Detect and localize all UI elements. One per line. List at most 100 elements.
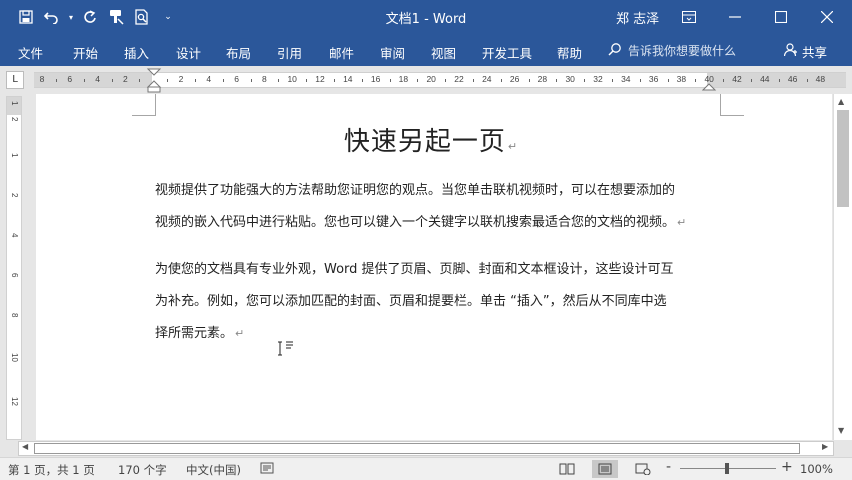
page-count[interactable]: 第 1 页，共 1 页 bbox=[8, 462, 95, 478]
ruler-number: 2 bbox=[178, 74, 184, 84]
ruler-number: 34 bbox=[621, 74, 631, 84]
page[interactable]: 快速另起一页 ↵ 视频提供了功能强大的方法帮助您证明您的观点。当您单击联机视频时，… bbox=[36, 94, 832, 440]
web-layout-icon[interactable] bbox=[630, 460, 656, 478]
undo-dropdown-icon[interactable]: ▾ bbox=[66, 6, 76, 28]
paragraph-mark: ↵ bbox=[507, 140, 519, 153]
ruler-tick bbox=[278, 79, 280, 82]
word-count[interactable]: 170 个字 bbox=[118, 462, 167, 478]
paragraph-2[interactable]: 为使您的文档具有专业外观，Word 提供了页眉、页脚、封面和文本框设计，这些设计… bbox=[155, 254, 720, 350]
tab-selector[interactable]: L bbox=[6, 71, 24, 89]
ruler-number: 26 bbox=[509, 74, 520, 84]
ruler-number: 24 bbox=[482, 74, 492, 84]
language[interactable]: 中文(中国) bbox=[186, 462, 241, 478]
document-canvas[interactable]: 快速另起一页 ↵ 视频提供了功能强大的方法帮助您证明您的观点。当您单击联机视频时，… bbox=[26, 94, 832, 440]
zoom-out-button[interactable]: - bbox=[666, 459, 671, 475]
tab-insert[interactable]: 插入 bbox=[124, 43, 149, 62]
horizontal-scroll-thumb[interactable] bbox=[34, 443, 800, 454]
tab-developer[interactable]: 开发工具 bbox=[482, 43, 532, 62]
print-layout-icon[interactable] bbox=[592, 460, 618, 478]
horizontal-scrollbar[interactable]: ◀ ▶ bbox=[0, 440, 852, 457]
right-margin-area bbox=[707, 73, 846, 87]
tab-review[interactable]: 审阅 bbox=[380, 43, 405, 62]
vertical-ruler-number: 2 bbox=[10, 117, 19, 122]
scroll-down-icon[interactable]: ▼ bbox=[838, 426, 844, 435]
tab-file[interactable]: 文件 bbox=[18, 43, 43, 62]
undo-icon[interactable] bbox=[40, 6, 64, 28]
ruler-number: 46 bbox=[787, 74, 798, 84]
redo-icon[interactable] bbox=[78, 6, 102, 28]
vertical-scrollbar[interactable]: ▲ ▼ bbox=[833, 94, 852, 440]
ruler-number: 8 bbox=[39, 74, 45, 84]
ruler-tick bbox=[417, 79, 419, 82]
print-preview-icon[interactable] bbox=[130, 6, 154, 28]
tab-view[interactable]: 视图 bbox=[431, 43, 456, 62]
vertical-ruler-number: 1 bbox=[10, 153, 19, 158]
vertical-ruler-number: 8 bbox=[10, 313, 19, 318]
ruler-tick bbox=[194, 79, 196, 82]
ruler-tick bbox=[333, 79, 335, 82]
user-name[interactable]: 郑 志泽 bbox=[616, 8, 659, 27]
vertical-scroll-thumb[interactable] bbox=[837, 110, 849, 207]
scroll-right-icon[interactable]: ▶ bbox=[822, 442, 828, 451]
tab-design[interactable]: 设计 bbox=[176, 43, 201, 62]
ruler-number: 42 bbox=[732, 74, 742, 84]
tab-layout[interactable]: 布局 bbox=[226, 43, 251, 62]
share-label: 共享 bbox=[802, 45, 828, 60]
paragraph-1[interactable]: 视频提供了功能强大的方法帮助您证明您的观点。当您单击联机视频时，可以在想要添加的… bbox=[155, 175, 720, 239]
zoom-slider-thumb[interactable] bbox=[725, 463, 729, 474]
ruler-tick bbox=[389, 79, 391, 82]
ibeam-cursor-icon bbox=[278, 341, 293, 356]
scroll-left-icon[interactable]: ◀ bbox=[22, 442, 28, 451]
ruler-tick bbox=[639, 79, 641, 82]
paragraph-2-line-1: 为使您的文档具有专业外观，Word 提供了页眉、页脚、封面和文本框设计，这些设计… bbox=[155, 262, 674, 277]
ruler-number: 14 bbox=[343, 74, 353, 84]
close-icon[interactable] bbox=[804, 0, 850, 34]
format-painter-icon[interactable] bbox=[104, 6, 128, 28]
document-heading[interactable]: 快速另起一页 ↵ bbox=[36, 121, 826, 158]
paragraph-mark: ↵ bbox=[677, 216, 687, 229]
paragraph-mark: ↵ bbox=[235, 327, 245, 340]
top-margin-area bbox=[7, 97, 21, 115]
scroll-up-icon[interactable]: ▲ bbox=[838, 97, 844, 106]
macro-record-icon[interactable] bbox=[260, 461, 274, 478]
ruler-tick bbox=[667, 79, 669, 82]
minimize-icon[interactable] bbox=[712, 0, 758, 34]
vertical-ruler-number: 4 bbox=[10, 233, 19, 238]
tab-selector-label: L bbox=[12, 74, 18, 85]
vertical-ruler-number: 1 bbox=[10, 101, 19, 106]
ruler-tick bbox=[306, 79, 308, 82]
maximize-icon[interactable] bbox=[758, 0, 804, 34]
right-indent-marker[interactable] bbox=[701, 79, 717, 92]
ribbon-display-options-icon[interactable] bbox=[666, 0, 712, 34]
tab-mailings[interactable]: 邮件 bbox=[329, 43, 354, 62]
share-button[interactable]: 共享 bbox=[783, 42, 828, 61]
tab-references[interactable]: 引用 bbox=[277, 43, 302, 62]
first-line-indent-marker[interactable] bbox=[146, 68, 162, 94]
ruler-tick bbox=[750, 79, 752, 82]
ruler-number: 28 bbox=[537, 74, 548, 84]
ruler-number: 18 bbox=[398, 74, 409, 84]
tell-me-box[interactable]: 告诉我你想要做什么 bbox=[608, 42, 736, 59]
tab-home[interactable]: 开始 bbox=[73, 43, 98, 62]
ruler-tick bbox=[778, 79, 780, 82]
ruler-tick bbox=[361, 79, 363, 82]
vertical-ruler[interactable]: 1 2 1 2 4 6 8 10 12 bbox=[6, 96, 22, 440]
zoom-level[interactable]: 100% bbox=[800, 462, 833, 476]
search-icon bbox=[608, 42, 622, 59]
paragraph-2-line-2: 为补充。例如，您可以添加匹配的封面、页眉和提要栏。单击 “插入”，然后从不同库中… bbox=[155, 294, 667, 309]
ruler-tick bbox=[528, 79, 530, 82]
zoom-in-button[interactable]: + bbox=[781, 459, 793, 475]
tab-help[interactable]: 帮助 bbox=[557, 43, 582, 62]
save-icon[interactable] bbox=[14, 6, 38, 28]
ruler-number: 36 bbox=[648, 74, 659, 84]
read-mode-icon[interactable] bbox=[554, 460, 580, 478]
ruler-tick bbox=[472, 79, 474, 82]
paragraph-1-line-1: 视频提供了功能强大的方法帮助您证明您的观点。当您单击联机视频时，可以在想要添加的 bbox=[155, 183, 676, 198]
left-margin-area bbox=[34, 73, 152, 87]
ruler-tick bbox=[445, 79, 447, 82]
ruler-tick bbox=[250, 79, 252, 82]
quick-access-toolbar: ▾ ⌄ bbox=[14, 6, 180, 28]
ruler-number: 30 bbox=[565, 74, 575, 84]
customize-qat-icon[interactable]: ⌄ bbox=[156, 6, 180, 28]
ruler-tick bbox=[556, 79, 558, 82]
